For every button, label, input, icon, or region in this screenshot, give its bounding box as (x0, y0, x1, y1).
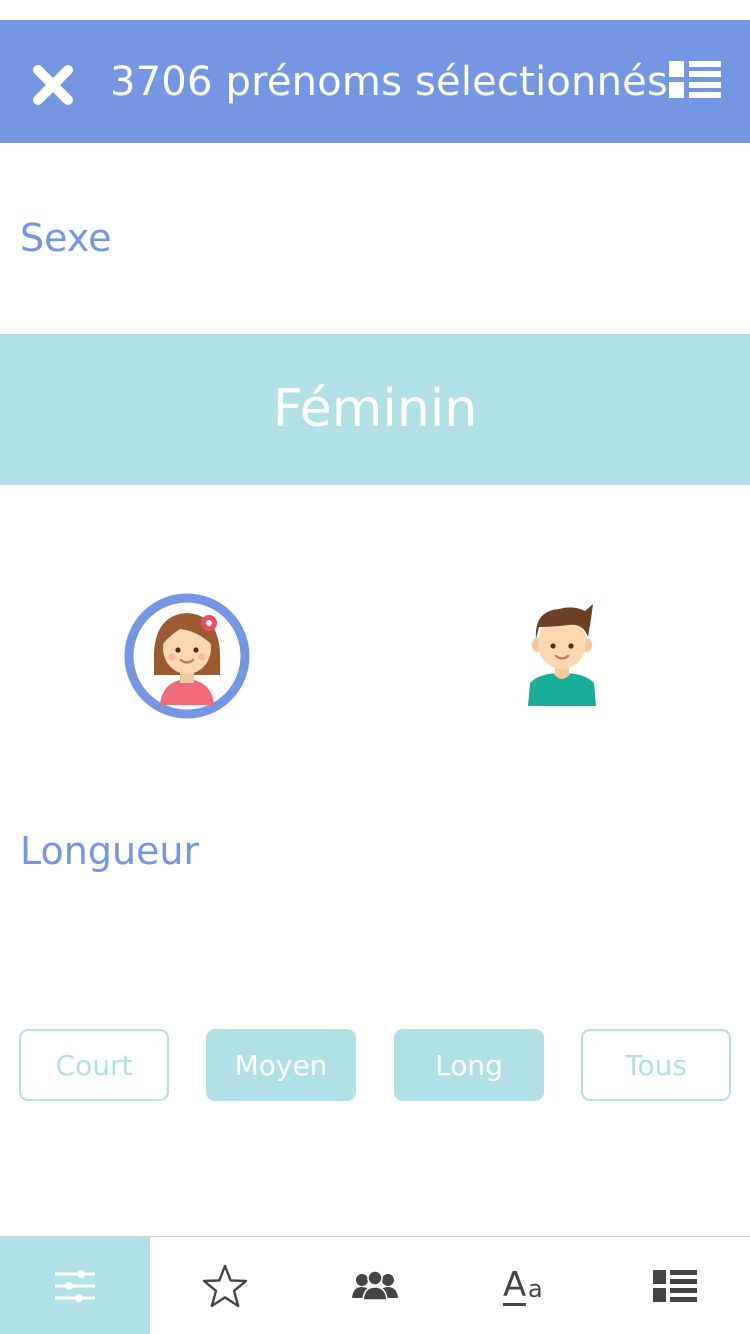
boy-avatar[interactable] (499, 593, 625, 719)
tab-community[interactable] (300, 1237, 450, 1334)
longueur-label: Longueur (20, 829, 200, 873)
tab-list[interactable] (600, 1237, 750, 1334)
page-title: 3706 prénoms sélectionnés (110, 59, 669, 105)
star-icon (202, 1264, 248, 1307)
selected-sex-banner: Féminin (0, 334, 750, 485)
length-long-button[interactable]: Long (394, 1029, 544, 1101)
sexe-label: Sexe (20, 216, 112, 260)
length-court-button[interactable]: Court (19, 1029, 169, 1101)
top-bar: 3706 prénoms sélectionnés (0, 20, 750, 143)
list-icon[interactable] (669, 61, 721, 99)
text-size-icon: A a (503, 1264, 543, 1306)
tab-favorites[interactable] (150, 1237, 300, 1334)
tab-text-size[interactable]: A a (450, 1237, 600, 1334)
tab-bar: A a (0, 1236, 750, 1334)
girl-avatar[interactable] (124, 593, 250, 719)
sliders-icon (55, 1269, 95, 1302)
length-moyen-button[interactable]: Moyen (206, 1029, 356, 1101)
list-icon (653, 1269, 697, 1302)
people-icon (352, 1269, 398, 1301)
close-icon[interactable] (30, 62, 76, 108)
tab-filters[interactable] (0, 1237, 150, 1334)
length-tous-button[interactable]: Tous (581, 1029, 731, 1101)
